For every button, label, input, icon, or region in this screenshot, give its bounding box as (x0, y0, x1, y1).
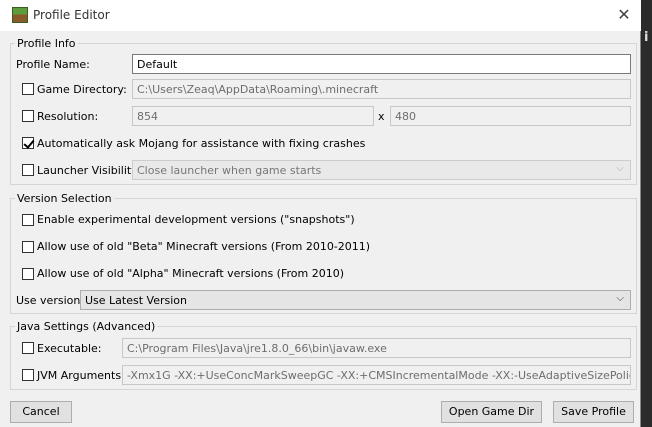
auto-ask-checkbox[interactable] (22, 137, 34, 149)
window-title: Profile Editor (33, 8, 110, 22)
jvm-arguments-field[interactable]: -Xmx1G -XX:+UseConcMarkSweepGC -XX:+CMSI… (122, 365, 631, 385)
cancel-button[interactable]: Cancel (10, 401, 72, 423)
profile-info-legend: Profile Info (17, 37, 76, 50)
resolution-width-field[interactable]: 854 (132, 106, 374, 126)
launcher-visibility-checkbox[interactable] (22, 164, 34, 176)
save-profile-button[interactable]: Save Profile (553, 401, 634, 423)
resolution-separator: x (378, 110, 385, 123)
beta-checkbox[interactable] (22, 241, 34, 253)
jvm-arguments-checkbox[interactable] (22, 369, 34, 381)
snapshots-checkbox[interactable] (22, 214, 34, 226)
minecraft-grass-block-icon (12, 7, 28, 23)
use-version-value: Use Latest Version (85, 294, 187, 307)
beta-label: Allow use of old "Beta" Minecraft versio… (37, 240, 371, 253)
chevron-down-icon: ⌵ (616, 293, 624, 304)
chevron-down-icon: ⌵ (616, 163, 624, 174)
game-directory-field[interactable]: C:\Users\Zeaq\AppData\Roaming\.minecraft (132, 79, 631, 99)
game-directory-label: Game Directory: (37, 83, 127, 96)
background-window (641, 0, 652, 427)
resolution-height-field[interactable]: 480 (390, 106, 631, 126)
alpha-checkbox[interactable] (22, 268, 34, 280)
use-version-select[interactable]: Use Latest Version ⌵ (80, 290, 631, 310)
profile-name-label: Profile Name: (16, 58, 90, 71)
executable-label: Executable: (37, 342, 102, 355)
use-version-label: Use version: (16, 294, 85, 307)
version-selection-legend: Version Selection (17, 192, 112, 205)
alpha-label: Allow use of old "Alpha" Minecraft versi… (37, 267, 345, 280)
executable-checkbox[interactable] (22, 342, 34, 354)
resolution-checkbox[interactable] (22, 110, 34, 122)
game-directory-checkbox[interactable] (22, 83, 34, 95)
jvm-arguments-label: JVM Arguments: (37, 369, 125, 382)
snapshots-label: Enable experimental development versions… (37, 213, 355, 226)
executable-field[interactable]: C:\Program Files\Java\jre1.8.0_66\bin\ja… (122, 338, 631, 358)
launcher-visibility-label: Launcher Visibility: (37, 164, 141, 177)
profile-editor-dialog: Profile Editor ✕ Profile Info Profile Na… (0, 0, 641, 427)
close-button[interactable]: ✕ (612, 3, 636, 27)
launcher-visibility-value: Close launcher when game starts (137, 164, 322, 177)
auto-ask-label: Automatically ask Mojang for assistance … (37, 137, 366, 150)
background-glyph: i (644, 30, 649, 45)
open-game-dir-button[interactable]: Open Game Dir (441, 401, 542, 423)
profile-name-field[interactable]: Default (132, 54, 631, 74)
title-bar[interactable]: Profile Editor ✕ (0, 0, 641, 31)
launcher-visibility-select[interactable]: Close launcher when game starts ⌵ (132, 160, 631, 180)
resolution-label: Resolution: (37, 110, 99, 123)
java-settings-legend: Java Settings (Advanced) (17, 320, 156, 333)
